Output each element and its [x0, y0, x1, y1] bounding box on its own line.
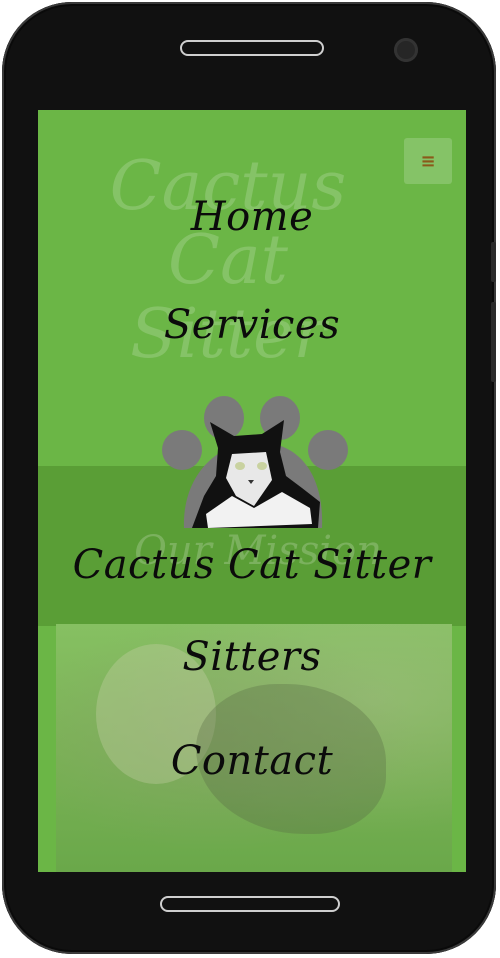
nav-contact-link[interactable]: Contact — [38, 738, 466, 784]
nav-sitters-link[interactable]: Sitters — [38, 634, 466, 680]
nav-cactus-cat-sitter-link[interactable]: Cactus Cat Sitter — [38, 542, 466, 588]
volume-button — [491, 242, 496, 282]
home-bar — [160, 896, 340, 912]
menu-icon: ≡ — [420, 150, 436, 172]
phone-frame: Cactus Cat Sitter Our Mission ≡ Home Ser… — [2, 2, 496, 954]
power-button — [491, 302, 496, 382]
nav-home-link[interactable]: Home — [38, 194, 466, 240]
nav-services-link[interactable]: Services — [38, 302, 466, 348]
speaker-grille — [180, 40, 324, 56]
menu-toggle-button[interactable]: ≡ — [404, 138, 452, 184]
cat-paw-logo — [162, 396, 348, 528]
screen: Cactus Cat Sitter Our Mission ≡ Home Ser… — [38, 110, 466, 872]
camera-icon — [394, 38, 418, 62]
